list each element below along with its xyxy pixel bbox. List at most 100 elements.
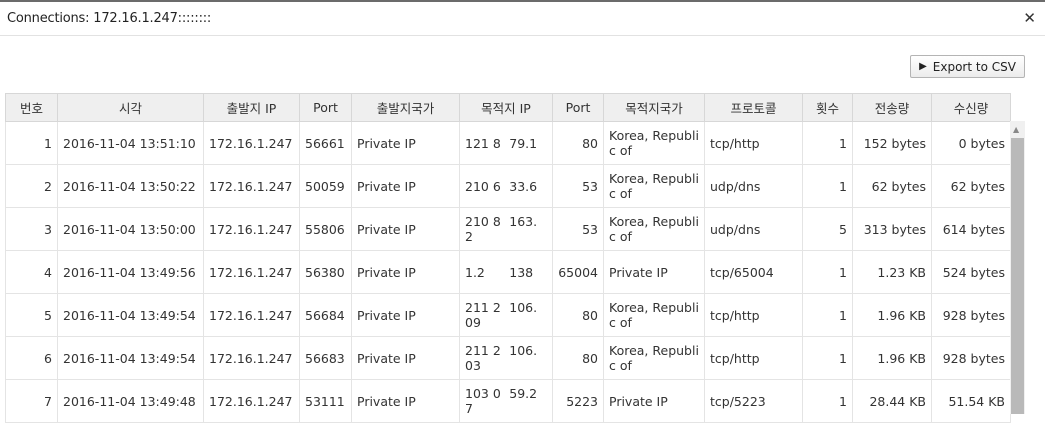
cell-recv: 614 bytes <box>931 207 1011 251</box>
cell-protocol: tcp/http <box>704 121 803 165</box>
cell-src-ip: 172.16.1.247 <box>203 121 300 165</box>
cell-sent: 1.96 KB <box>852 336 932 380</box>
cell-recv: 928 bytes <box>931 336 1011 380</box>
dst-ip-part: 106. <box>509 343 538 358</box>
cell-recv: 62 bytes <box>931 164 1011 208</box>
cell-protocol: tcp/http <box>704 293 803 337</box>
cell-dst-port: 5223 <box>552 379 604 423</box>
cell-dst-country: Korea, Republic of <box>603 336 705 380</box>
cell-dst-port: 80 <box>552 293 604 337</box>
dst-ip-part: 33.6 <box>509 178 538 194</box>
col-header-recv[interactable]: 수신량 <box>931 93 1011 122</box>
cell-src-port: 56661 <box>299 121 352 165</box>
col-header-src-port[interactable]: Port <box>299 93 352 122</box>
dst-ip-part: 121 8 <box>465 135 501 151</box>
cell-time: 2016-11-04 13:49:48 <box>57 379 204 423</box>
cell-protocol: udp/dns <box>704 164 803 208</box>
cell-dst-ip: 210 6 33.6 <box>459 164 553 208</box>
connections-table: 번호 시각 출발지 IP Port 출발지국가 목적지 IP Port 목적지국… <box>5 93 1025 423</box>
col-header-src-country[interactable]: 출발지국가 <box>351 93 460 122</box>
dst-ip-part: 59.2 <box>509 386 538 401</box>
dst-ip-part: 138 <box>509 264 534 280</box>
scrollbar-thumb[interactable] <box>1011 138 1024 414</box>
vertical-scrollbar[interactable]: ▲ <box>1010 121 1025 414</box>
dialog-titlebar: Connections: 172.16.1.247:::::::: ✕ <box>0 2 1045 36</box>
col-header-dst-port[interactable]: Port <box>552 93 604 122</box>
cell-dst-country: Korea, Republic of <box>603 164 705 208</box>
cell-src-country: Private IP <box>351 336 460 380</box>
cell-count: 1 <box>802 379 853 423</box>
cell-count: 1 <box>802 250 853 294</box>
cell-src-port: 56684 <box>299 293 352 337</box>
cell-src-ip: 172.16.1.247 <box>203 336 300 380</box>
cell-src-country: Private IP <box>351 293 460 337</box>
cell-dst-country: Korea, Republic of <box>603 121 705 165</box>
cell-count: 5 <box>802 207 853 251</box>
cell-time: 2016-11-04 13:50:00 <box>57 207 204 251</box>
cell-src-country: Private IP <box>351 121 460 165</box>
dst-ip-part: 1.2 <box>465 264 485 280</box>
dialog-title: Connections: 172.16.1.247:::::::: <box>7 11 212 26</box>
dst-ip-part: 211 203 <box>465 343 501 373</box>
dst-ip-part: 163. <box>509 214 538 229</box>
col-header-dst-country[interactable]: 목적지국가 <box>603 93 705 122</box>
col-header-time[interactable]: 시각 <box>57 93 204 122</box>
cell-src-port: 53111 <box>299 379 352 423</box>
cell-dst-country: Korea, Republic of <box>603 207 705 251</box>
table-row[interactable]: 6 2016-11-04 13:49:54 172.16.1.247 56683… <box>5 336 1011 380</box>
dst-ip-part: 103 07 <box>465 386 501 416</box>
cell-no: 2 <box>5 164 58 208</box>
cell-src-port: 50059 <box>299 164 352 208</box>
cell-src-port: 55806 <box>299 207 352 251</box>
cell-recv: 524 bytes <box>931 250 1011 294</box>
cell-sent: 152 bytes <box>852 121 932 165</box>
cell-time: 2016-11-04 13:50:22 <box>57 164 204 208</box>
table-header-row: 번호 시각 출발지 IP Port 출발지국가 목적지 IP Port 목적지국… <box>5 93 1011 122</box>
cell-src-ip: 172.16.1.247 <box>203 379 300 423</box>
scroll-up-arrow-icon[interactable]: ▲ <box>1013 125 1019 134</box>
dst-ip-part: 106. <box>509 300 538 315</box>
col-header-no[interactable]: 번호 <box>5 93 58 122</box>
cell-sent: 62 bytes <box>852 164 932 208</box>
cell-sent: 1.23 KB <box>852 250 932 294</box>
cell-src-ip: 172.16.1.247 <box>203 293 300 337</box>
export-csv-button[interactable]: ▶ Export to CSV <box>910 55 1025 78</box>
cell-src-country: Private IP <box>351 207 460 251</box>
table-row[interactable]: 4 2016-11-04 13:49:56 172.16.1.247 56380… <box>5 250 1011 294</box>
cell-src-ip: 172.16.1.247 <box>203 250 300 294</box>
cell-no: 6 <box>5 336 58 380</box>
col-header-count[interactable]: 횟수 <box>802 93 853 122</box>
cell-dst-country: Private IP <box>603 250 705 294</box>
table-row[interactable]: 1 2016-11-04 13:51:10 172.16.1.247 56661… <box>5 121 1011 165</box>
table-row[interactable]: 2 2016-11-04 13:50:22 172.16.1.247 50059… <box>5 164 1011 208</box>
cell-dst-ip: 103 07 59.2 <box>459 379 553 423</box>
table-row[interactable]: 5 2016-11-04 13:49:54 172.16.1.247 56684… <box>5 293 1011 337</box>
col-header-src-ip[interactable]: 출발지 IP <box>203 93 300 122</box>
cell-protocol: tcp/65004 <box>704 250 803 294</box>
cell-protocol: tcp/5223 <box>704 379 803 423</box>
cell-src-ip: 172.16.1.247 <box>203 207 300 251</box>
col-header-protocol[interactable]: 프로토콜 <box>704 93 803 122</box>
cell-sent: 28.44 KB <box>852 379 932 423</box>
cell-src-port: 56380 <box>299 250 352 294</box>
col-header-sent[interactable]: 전송량 <box>852 93 932 122</box>
table-row[interactable]: 7 2016-11-04 13:49:48 172.16.1.247 53111… <box>5 379 1011 423</box>
cell-dst-ip: 211 209 106. <box>459 293 553 337</box>
dst-ip-part: 210 6 <box>465 178 501 194</box>
table-row[interactable]: 3 2016-11-04 13:50:00 172.16.1.247 55806… <box>5 207 1011 251</box>
cell-protocol: udp/dns <box>704 207 803 251</box>
cell-count: 1 <box>802 164 853 208</box>
cell-time: 2016-11-04 13:49:54 <box>57 336 204 380</box>
cell-dst-ip: 1.2 138 <box>459 250 553 294</box>
dst-ip-part: 211 209 <box>465 300 501 330</box>
cell-count: 1 <box>802 336 853 380</box>
cell-src-port: 56683 <box>299 336 352 380</box>
close-icon[interactable]: ✕ <box>1023 9 1036 27</box>
cell-src-country: Private IP <box>351 379 460 423</box>
cell-dst-ip: 211 203 106. <box>459 336 553 380</box>
cell-dst-port: 80 <box>552 121 604 165</box>
cell-count: 1 <box>802 293 853 337</box>
cell-dst-port: 53 <box>552 164 604 208</box>
col-header-dst-ip[interactable]: 목적지 IP <box>459 93 553 122</box>
cell-dst-port: 80 <box>552 336 604 380</box>
